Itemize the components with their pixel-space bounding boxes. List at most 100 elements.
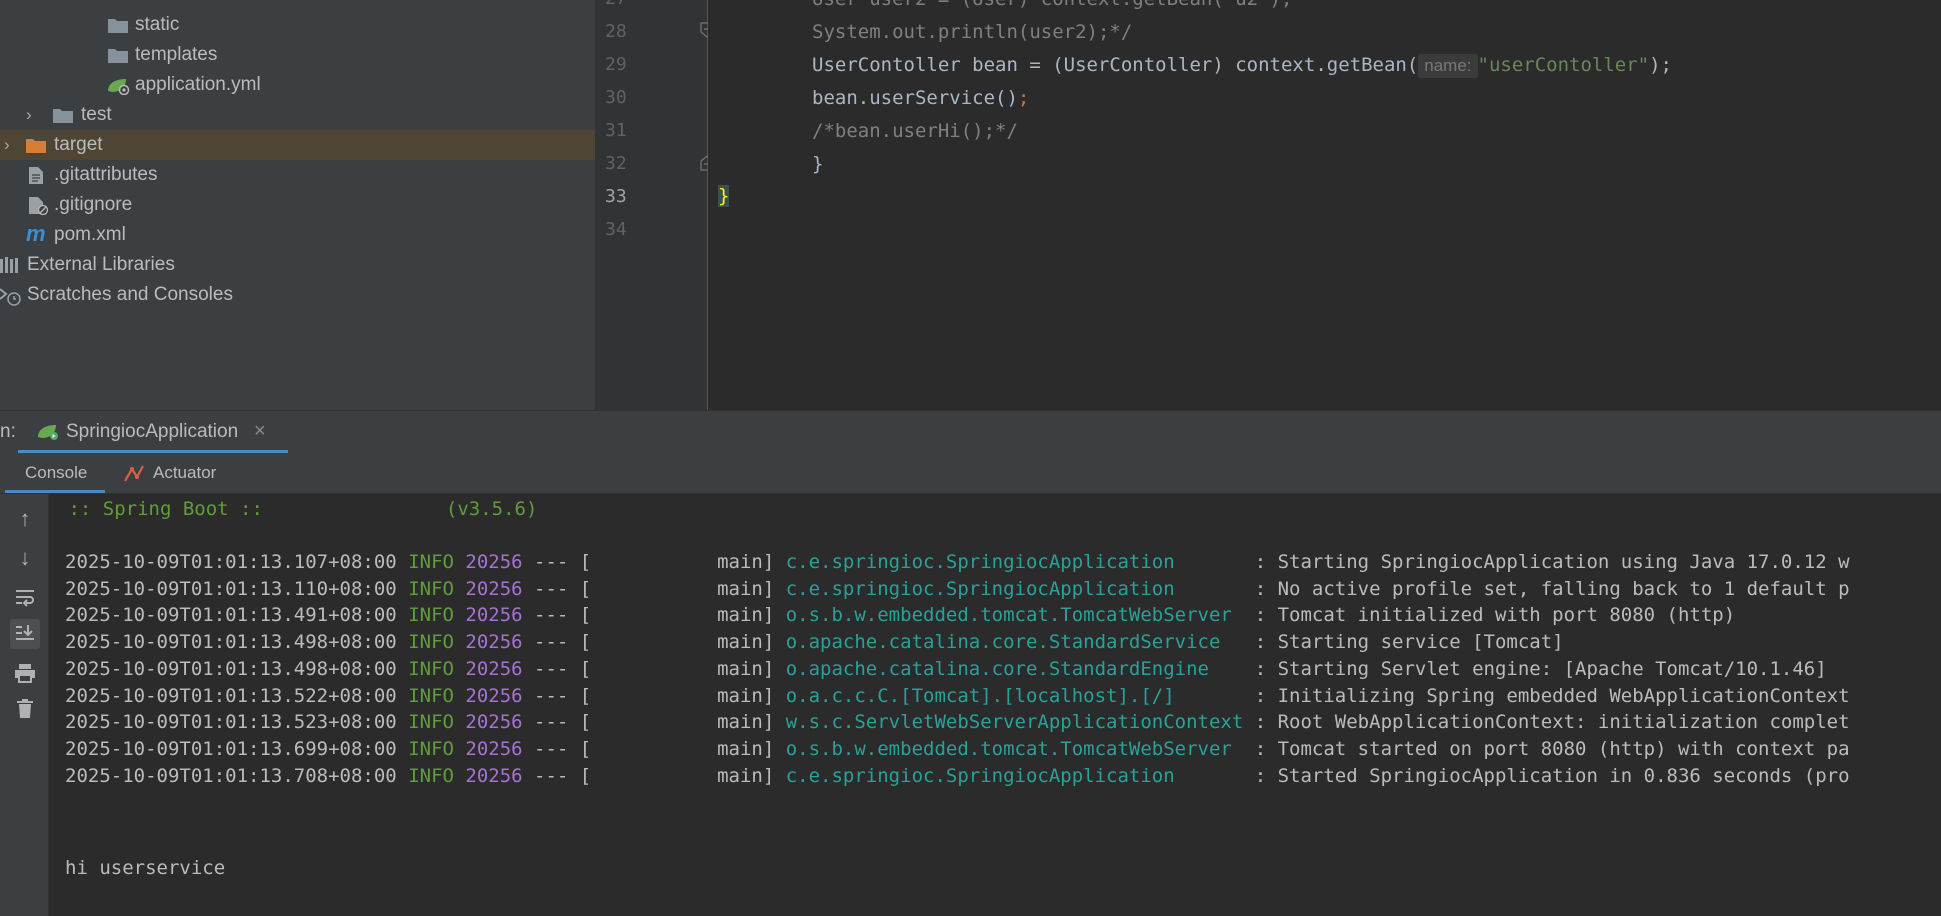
log-level: INFO xyxy=(408,737,454,760)
tree-item-gitignore[interactable]: .gitignore xyxy=(0,190,595,220)
code-line-28: System.out.println(user2);*/ xyxy=(812,21,1133,43)
log-space xyxy=(774,604,785,626)
log-ts: 2025-10-09T01:01:13.523+08:00 xyxy=(65,711,397,734)
arrow-down-icon[interactable]: ↓ xyxy=(10,543,40,573)
tree-item-pom-xml[interactable]: m pom.xml xyxy=(0,220,595,250)
folder-orange-icon xyxy=(26,139,46,153)
tree-item-label: templates xyxy=(135,44,218,65)
tree-item-label: target xyxy=(54,134,103,155)
code-line-30: bean.userService(); xyxy=(812,82,1029,115)
spring-boot-banner: :: Spring Boot :: (v3.5.6) xyxy=(57,498,538,520)
log-logger: c.e.springioc.SpringiocApplication xyxy=(785,764,1255,787)
chevron-right-icon[interactable]: › xyxy=(26,100,32,130)
log-pid: 20256 xyxy=(465,577,523,600)
chevron-right-icon[interactable]: › xyxy=(4,130,10,160)
log-ts: 2025-10-09T01:01:13.498+08:00 xyxy=(65,631,397,654)
log-space xyxy=(454,604,465,626)
actuator-icon xyxy=(124,465,144,482)
log-thread: main] xyxy=(591,551,775,573)
log-space xyxy=(774,578,785,600)
folder-icon xyxy=(53,109,73,123)
tree-item-label: test xyxy=(81,104,112,125)
soft-wrap-icon[interactable] xyxy=(10,582,40,612)
close-icon[interactable]: × xyxy=(254,410,266,453)
tree-item-scratches[interactable]: Scratches and Consoles xyxy=(0,280,595,310)
tree-item-static[interactable]: static xyxy=(0,10,595,40)
log-ts: 2025-10-09T01:01:13.699+08:00 xyxy=(65,737,397,760)
log-space xyxy=(454,631,465,653)
log-sep: --- [ xyxy=(522,631,592,654)
log-level: INFO xyxy=(408,657,454,680)
log-ts: 2025-10-09T01:01:13.110+08:00 xyxy=(65,577,397,600)
log-pid: 20256 xyxy=(465,684,523,707)
log-thread: main] xyxy=(591,657,775,680)
log-space xyxy=(397,685,408,707)
log-sep: --- [ xyxy=(522,737,592,760)
console-output[interactable]: :: Spring Boot :: (v3.5.6) 2025-10-09T01… xyxy=(49,494,1941,916)
log-level: INFO xyxy=(408,577,454,600)
tree-item-target[interactable]: › target xyxy=(0,130,595,160)
log-space xyxy=(774,765,785,787)
log-space xyxy=(774,738,785,760)
tree-item-external-libraries[interactable]: External Libraries xyxy=(0,250,595,280)
log-ts: 2025-10-09T01:01:13.491+08:00 xyxy=(65,604,397,627)
console-toolbar: ↑ ↓ xyxy=(0,494,49,916)
log-space xyxy=(774,631,785,653)
scroll-to-end-icon[interactable] xyxy=(10,619,40,649)
tree-item-label: static xyxy=(135,14,180,35)
log-pid: 20256 xyxy=(465,631,523,654)
console-program-output: hi userservice xyxy=(65,857,226,879)
log-logger: c.e.springioc.SpringiocApplication xyxy=(785,551,1255,573)
log-thread: main] xyxy=(591,604,775,627)
log-logger: o.a.c.c.C.[Tomcat].[localhost].[/] xyxy=(785,684,1255,707)
log-ts: 2025-10-09T01:01:13.522+08:00 xyxy=(65,684,397,707)
matched-brace: } xyxy=(718,185,730,207)
tree-item-gitattributes[interactable]: .gitattributes xyxy=(0,160,595,190)
code-line-31: /*bean.userHi();*/ xyxy=(812,120,1018,142)
log-ts: 2025-10-09T01:01:13.708+08:00 xyxy=(65,764,397,787)
string-literal: "userContoller" xyxy=(1477,54,1650,76)
trash-icon[interactable] xyxy=(10,694,40,724)
tree-item-templates[interactable]: templates xyxy=(0,40,595,70)
tree-item-test[interactable]: › test xyxy=(0,100,595,130)
log-thread: main] xyxy=(591,737,775,760)
log-space xyxy=(397,765,408,787)
log-msg: : Tomcat started on port 8080 (http) wit… xyxy=(1254,737,1850,760)
tree-item-label: application.yml xyxy=(135,74,261,95)
code-semicolon: ; xyxy=(1017,87,1030,109)
log-thread: main] xyxy=(591,631,775,654)
log-thread: main] xyxy=(591,577,775,600)
run-subtabs: Console Actuator xyxy=(0,453,1941,494)
run-toolwindow-header xyxy=(0,410,1941,454)
log-msg: : Started SpringiocApplication in 0.836 … xyxy=(1254,764,1850,787)
log-level: INFO xyxy=(408,551,454,573)
code-text: bean.userService() xyxy=(812,87,1018,109)
tree-item-application-yml[interactable]: application.yml xyxy=(0,70,595,100)
file-icon xyxy=(29,167,43,184)
log-space xyxy=(397,658,408,680)
log-line: 2025-10-09T01:01:13.708+08:00 INFO 20256… xyxy=(65,760,1850,793)
log-space xyxy=(397,551,408,573)
folder-icon xyxy=(108,49,128,63)
param-hint: name: xyxy=(1418,54,1478,78)
arrow-up-icon[interactable]: ↑ xyxy=(10,504,40,534)
log-level: INFO xyxy=(408,684,454,707)
print-icon[interactable] xyxy=(10,658,40,688)
log-space xyxy=(454,685,465,707)
log-space xyxy=(774,711,785,733)
tree-item-label: .gitattributes xyxy=(54,164,158,185)
log-sep: --- [ xyxy=(522,711,592,734)
log-level: INFO xyxy=(408,711,454,734)
log-msg: : Starting SpringiocApplication using Ja… xyxy=(1254,551,1850,573)
log-space xyxy=(774,551,785,573)
log-ts: 2025-10-09T01:01:13.498+08:00 xyxy=(65,657,397,680)
log-thread: main] xyxy=(591,764,775,787)
log-sep: --- [ xyxy=(522,604,592,627)
log-sep: --- [ xyxy=(522,577,592,600)
project-tree: static templates application.yml › test … xyxy=(0,0,595,410)
tab-console[interactable]: Console xyxy=(25,453,87,493)
spring-config-icon xyxy=(108,79,130,95)
code-editor[interactable]: User user2 = (User) context.getBean("u2"… xyxy=(708,0,1941,410)
log-sep: --- [ xyxy=(522,551,592,573)
library-icon xyxy=(0,257,18,273)
